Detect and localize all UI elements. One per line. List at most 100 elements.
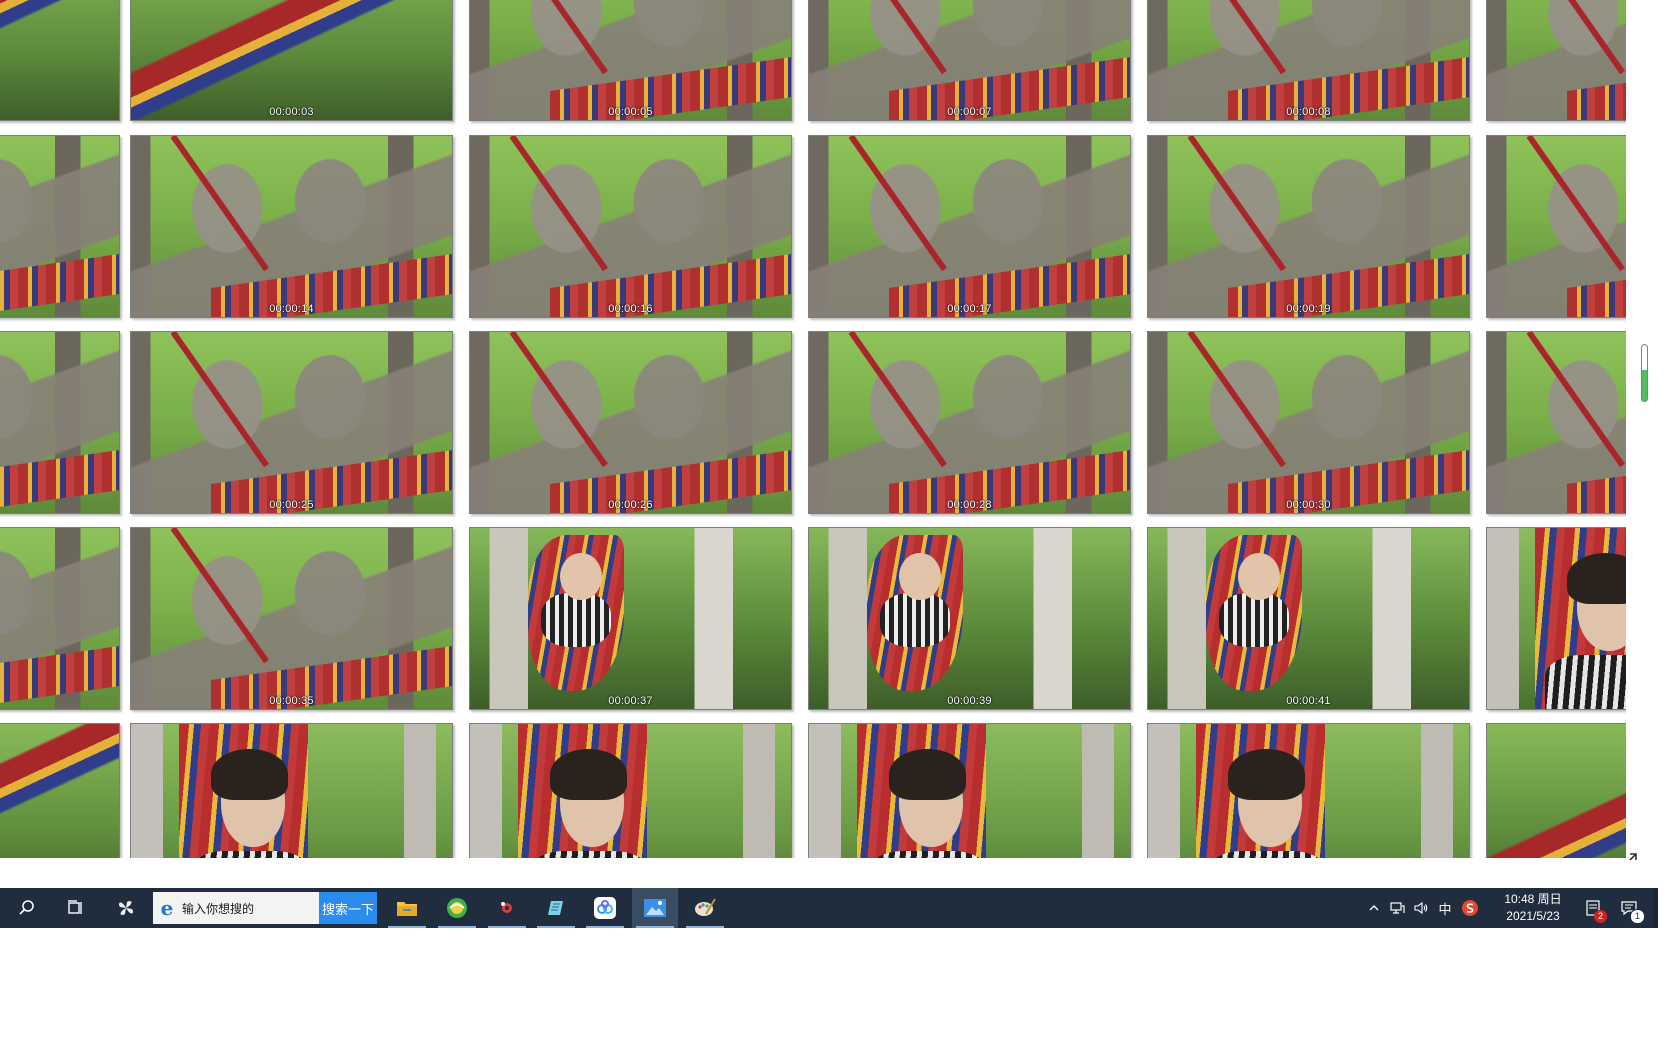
- clock[interactable]: 10:48 周日 2021/5/23: [1494, 891, 1572, 925]
- expand-button[interactable]: [1618, 850, 1640, 860]
- browser-360-icon: [447, 898, 467, 918]
- thumbnail-viewer: 00:00:03 00:00:05 00:00:07 00:00:08 00 00:00:…: [0, 0, 1680, 860]
- ime-indicator[interactable]: 中: [1434, 888, 1456, 928]
- search-input[interactable]: 输入你想搜的: [182, 900, 254, 917]
- running-indicator: [636, 926, 674, 928]
- hammock-rope: [1526, 136, 1625, 272]
- hammock-rope: [1526, 0, 1625, 75]
- video-frame-thumbnail[interactable]: 00:00:41: [1147, 527, 1470, 710]
- frame-timestamp: 00:00:37: [608, 695, 653, 707]
- search-button[interactable]: 搜索一下: [319, 892, 377, 924]
- video-frame-thumbnail[interactable]: 00:00:19: [1147, 135, 1470, 318]
- running-indicator: [438, 926, 476, 928]
- video-frame-thumbnail[interactable]: 00:00:30: [1147, 331, 1470, 514]
- hammock-rope: [1187, 0, 1286, 75]
- pinwheel-app-button[interactable]: [103, 888, 149, 928]
- video-frame-thumbnail[interactable]: 00:00:28: [808, 331, 1131, 514]
- taskbar: e 输入你想搜的 搜索一下 中 10:48 周日 2021/5/23 2 1: [0, 888, 1654, 928]
- person-hair: [1567, 553, 1626, 604]
- frame-image: [131, 528, 452, 709]
- show-hidden-icons-button[interactable]: [1364, 888, 1384, 928]
- video-frame-thumbnail[interactable]: 00:00:26: [469, 331, 792, 514]
- running-indicator: [537, 926, 575, 928]
- task-view-button[interactable]: [52, 888, 98, 928]
- frame-timestamp: 00:00:19: [1286, 303, 1331, 315]
- video-frame-thumbnail[interactable]: 00:00:14: [130, 135, 453, 318]
- video-frame-thumbnail[interactable]: 00:00:08: [1147, 0, 1470, 121]
- notepad-button[interactable]: [533, 888, 579, 928]
- search-icon: [19, 900, 34, 915]
- frame-image: [0, 528, 119, 709]
- frame-image: [1487, 528, 1626, 709]
- network-button[interactable]: [1386, 888, 1408, 928]
- hammock-rope: [170, 136, 269, 272]
- video-frame-thumbnail[interactable]: [0, 527, 120, 710]
- video-frame-thumbnail[interactable]: [0, 331, 120, 514]
- video-frame-thumbnail[interactable]: 00:00:16: [469, 135, 792, 318]
- hammock-rope: [848, 332, 947, 468]
- video-frame-thumbnail[interactable]: 00: [1486, 527, 1626, 710]
- frame-image: [1148, 0, 1469, 120]
- video-frame-thumbnail[interactable]: [0, 0, 120, 121]
- security-badge: 2: [1594, 910, 1607, 923]
- sogou-button[interactable]: [1458, 888, 1482, 928]
- frame-image: [1148, 332, 1469, 513]
- photos-button[interactable]: [632, 888, 678, 928]
- action-center-button[interactable]: 1: [1612, 888, 1646, 928]
- video-frame-thumbnail[interactable]: [808, 723, 1131, 858]
- video-frame-thumbnail[interactable]: 00:00:35: [130, 527, 453, 710]
- person-body: [879, 593, 951, 648]
- video-frame-thumbnail[interactable]: 00: [1486, 331, 1626, 514]
- file-explorer-button[interactable]: [384, 888, 430, 928]
- video-frame-thumbnail[interactable]: 00:00:25: [130, 331, 453, 514]
- frame-timestamp: 00:00:17: [947, 303, 992, 315]
- video-frame-thumbnail[interactable]: [469, 723, 792, 858]
- frame-image: [470, 136, 791, 317]
- person-face: [559, 553, 602, 601]
- scroll-indicator[interactable]: [1641, 344, 1648, 402]
- media-player-button[interactable]: [484, 888, 530, 928]
- browser-360-button[interactable]: [434, 888, 480, 928]
- thumbnail-grid: 00:00:03 00:00:05 00:00:07 00:00:08 00 00:00:…: [0, 0, 1626, 858]
- video-frame-thumbnail[interactable]: [1486, 723, 1626, 858]
- frame-timestamp: 00:00:30: [1286, 499, 1331, 511]
- video-frame-thumbnail[interactable]: 00:00:03: [130, 0, 453, 121]
- video-frame-thumbnail[interactable]: [1147, 723, 1470, 858]
- taskbar-search-button[interactable]: [4, 888, 50, 928]
- video-frame-thumbnail[interactable]: 00: [1486, 135, 1626, 318]
- frame-timestamp: 00:00:35: [269, 695, 314, 707]
- frame-timestamp: 00:00:26: [608, 499, 653, 511]
- frame-image: [470, 332, 791, 513]
- frame-image: [809, 528, 1130, 709]
- video-frame-thumbnail[interactable]: 00: [1486, 0, 1626, 121]
- video-frame-thumbnail[interactable]: [130, 723, 453, 858]
- sogou-icon: [1462, 900, 1478, 916]
- video-frame-thumbnail[interactable]: 00:00:37: [469, 527, 792, 710]
- security-center-button[interactable]: 2: [1578, 888, 1608, 928]
- person-hair: [889, 749, 967, 800]
- hammock-rope: [509, 136, 608, 272]
- video-frame-thumbnail[interactable]: [0, 135, 120, 318]
- frame-image: [131, 136, 452, 317]
- frame-image: [0, 332, 119, 513]
- taskbar-search-box[interactable]: e 输入你想搜的: [153, 892, 319, 924]
- frame-image: [1148, 528, 1469, 709]
- video-frame-thumbnail[interactable]: [0, 723, 120, 858]
- frame-timestamp: 00:00:05: [608, 106, 653, 118]
- volume-button[interactable]: [1410, 888, 1432, 928]
- running-indicator: [586, 926, 624, 928]
- media-player-icon: [501, 902, 512, 913]
- video-frame-thumbnail[interactable]: 00:00:07: [808, 0, 1131, 121]
- video-frame-thumbnail[interactable]: 00:00:05: [469, 0, 792, 121]
- video-frame-thumbnail[interactable]: 00:00:39: [808, 527, 1131, 710]
- frame-image: [809, 724, 1130, 858]
- frame-image: [470, 528, 791, 709]
- person-face: [1237, 553, 1280, 601]
- baidu-netdisk-button[interactable]: [582, 888, 628, 928]
- video-frame-thumbnail[interactable]: 00:00:17: [808, 135, 1131, 318]
- volume-icon: [1414, 901, 1428, 915]
- frame-timestamp: 00:00:03: [269, 106, 314, 118]
- paint-button[interactable]: [682, 888, 728, 928]
- hammock: [0, 447, 119, 513]
- hammock-rope: [1526, 332, 1625, 468]
